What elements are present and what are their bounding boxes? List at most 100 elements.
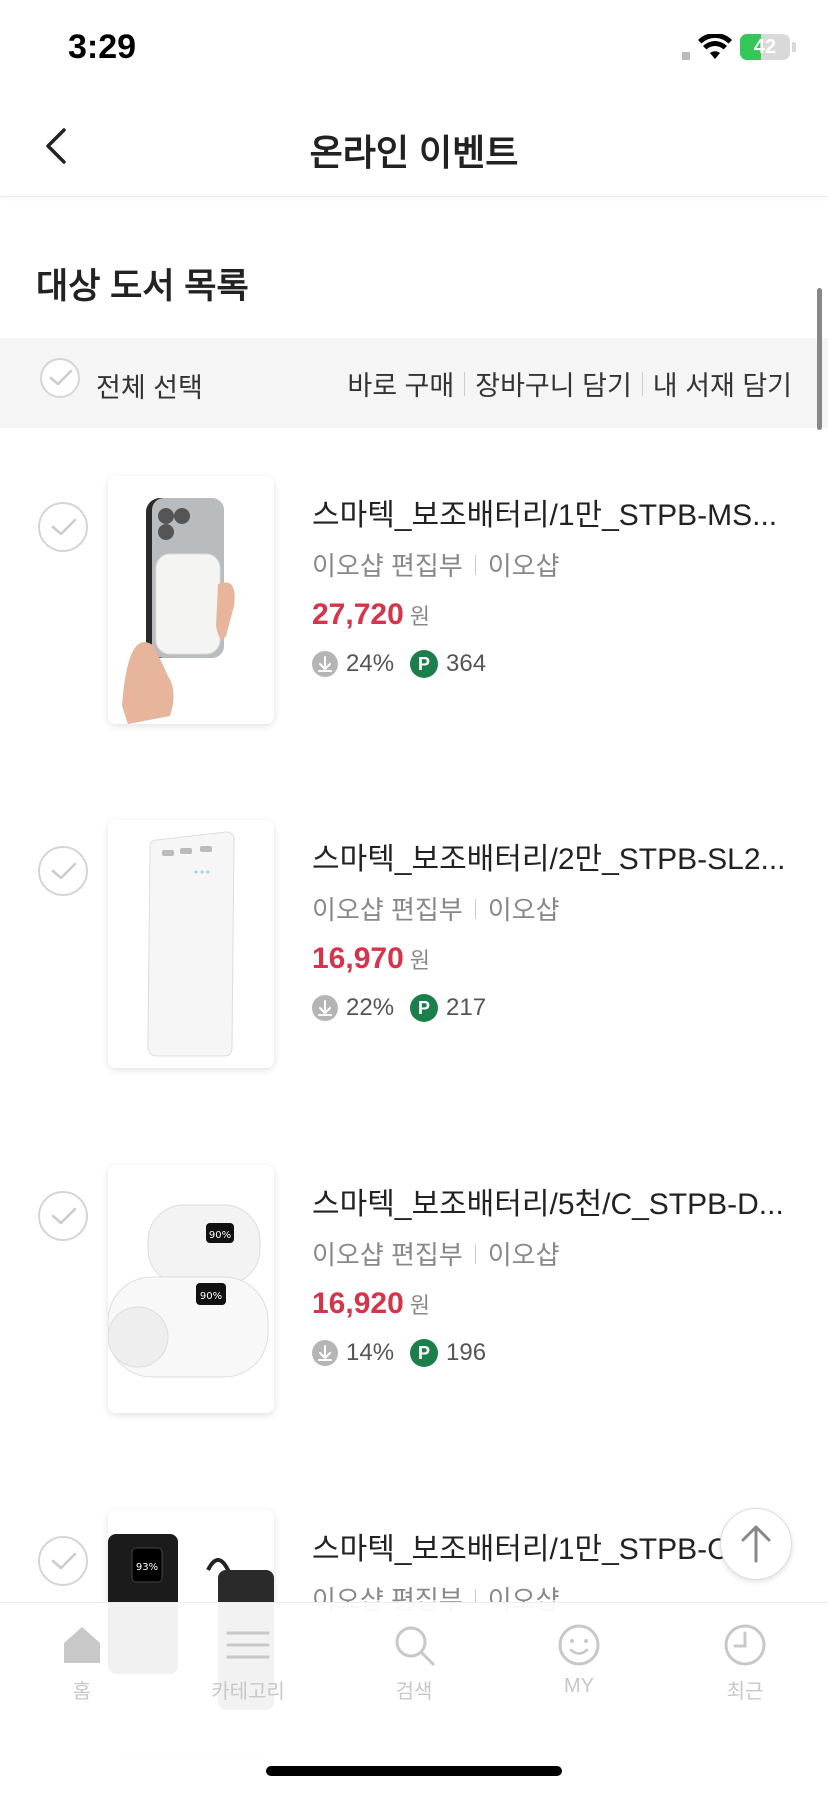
price-value: 16,920 xyxy=(312,1287,404,1320)
currency-unit: 원 xyxy=(409,948,431,973)
tab-recent[interactable]: 최근 xyxy=(685,1623,805,1704)
display-text: 90% xyxy=(200,1291,222,1302)
tab-label: MY xyxy=(564,1675,594,1697)
mini-power-bank-image: 90% 90% xyxy=(108,1165,274,1413)
item-checkbox[interactable] xyxy=(38,1191,88,1241)
tab-home[interactable]: 홈 xyxy=(22,1623,142,1704)
product-price: 16,970 원 xyxy=(312,942,430,976)
tab-search[interactable]: 검색 xyxy=(354,1623,474,1704)
tab-label: 최근 xyxy=(726,1681,764,1703)
product-meta: 이오샵 편집부 이오샵 xyxy=(312,890,560,927)
points-icon: P xyxy=(410,1339,439,1367)
home-indicator xyxy=(266,1766,562,1776)
divider xyxy=(474,554,476,575)
product-publisher: 이오샵 xyxy=(487,551,560,581)
points-value: 217 xyxy=(446,994,487,1021)
buy-now-button[interactable]: 바로 구매 xyxy=(347,364,454,403)
add-to-library-button[interactable]: 내 서재 담기 xyxy=(653,364,792,403)
selection-actions: 바로 구매 장바구니 담기 내 서재 담기 xyxy=(347,364,792,403)
tab-label: 홈 xyxy=(72,1681,92,1703)
check-icon xyxy=(49,369,73,386)
nav-header: 온라인 이벤트 xyxy=(0,96,828,197)
currency-unit: 원 xyxy=(409,604,431,629)
points-icon: P xyxy=(410,994,439,1022)
list-item[interactable]: 90% 90% 스마텍_보조배터리/5천/C_STPB-D... 이오샵 편집부… xyxy=(0,1165,828,1465)
product-publisher: 이오샵 xyxy=(487,1240,560,1270)
product-thumbnail[interactable]: 90% 90% xyxy=(108,1165,274,1413)
arrow-up-icon xyxy=(741,1525,771,1563)
bottom-tab-bar: 홈 카테고리 검색 MY 최근 xyxy=(0,1602,828,1793)
check-icon xyxy=(51,1207,77,1225)
product-author: 이오샵 편집부 xyxy=(312,895,463,925)
battery-level: 42 xyxy=(753,36,777,58)
discount-rate: 24% xyxy=(346,650,395,677)
tab-category[interactable]: 카테고리 xyxy=(188,1623,308,1704)
home-icon xyxy=(64,1627,100,1663)
product-meta: 이오샵 편집부 이오샵 xyxy=(312,546,560,583)
list-item[interactable]: 스마텍_보조배터리/2만_STPB-SL2... 이오샵 편집부 이오샵 16,… xyxy=(0,820,828,1120)
product-meta: 이오샵 편집부 이오샵 xyxy=(312,1235,560,1272)
product-author: 이오샵 편집부 xyxy=(312,551,463,581)
currency-unit: 원 xyxy=(409,1293,431,1318)
divider xyxy=(474,898,476,919)
scroll-to-top-button[interactable] xyxy=(720,1508,792,1580)
divider xyxy=(474,1243,476,1264)
product-title[interactable]: 스마텍_보조배터리/1만_STPB-MS... xyxy=(312,490,792,534)
product-title[interactable]: 스마텍_보조배터리/2만_STPB-SL2... xyxy=(312,834,792,878)
product-thumbnail[interactable] xyxy=(108,820,274,1068)
display-text: 90% xyxy=(209,1230,231,1241)
points-value: 364 xyxy=(446,650,487,677)
discount-down-icon xyxy=(312,651,338,677)
item-checkbox[interactable] xyxy=(38,502,88,552)
signal-dot xyxy=(682,52,690,60)
product-benefits: 22% P 217 xyxy=(312,994,486,1022)
item-checkbox[interactable] xyxy=(38,1536,88,1586)
status-time: 3:29 xyxy=(68,28,137,66)
wifi-icon xyxy=(698,34,732,59)
battery-icon: 42 xyxy=(740,34,790,60)
select-all-checkbox[interactable] xyxy=(40,358,80,398)
check-icon xyxy=(51,862,77,880)
smiley-icon xyxy=(558,1624,600,1666)
product-benefits: 24% P 364 xyxy=(312,650,486,678)
divider xyxy=(641,371,643,396)
item-checkbox[interactable] xyxy=(38,846,88,896)
discount-down-icon xyxy=(312,1340,338,1366)
discount-down-icon xyxy=(312,995,338,1021)
product-author: 이오샵 편집부 xyxy=(312,1240,463,1270)
points-value: 196 xyxy=(446,1339,487,1366)
display-text: 93% xyxy=(136,1562,158,1573)
product-thumbnail[interactable] xyxy=(108,476,274,724)
check-icon xyxy=(51,1552,77,1570)
product-publisher: 이오샵 xyxy=(487,895,560,925)
product-price: 27,720 원 xyxy=(312,598,430,632)
product-title[interactable]: 스마텍_보조배터리/5천/C_STPB-D... xyxy=(312,1179,792,1223)
check-icon xyxy=(51,518,77,536)
selection-bar: 전체 선택 바로 구매 장바구니 담기 내 서재 담기 xyxy=(0,338,828,428)
section-title: 대상 도서 목록 xyxy=(36,267,249,306)
discount-rate: 22% xyxy=(346,994,395,1021)
product-benefits: 14% P 196 xyxy=(312,1339,486,1367)
select-all-label[interactable]: 전체 선택 xyxy=(96,366,203,405)
tab-label: 검색 xyxy=(395,1681,433,1703)
product-price: 16,920 원 xyxy=(312,1287,430,1321)
tab-label: 카테고리 xyxy=(211,1681,285,1703)
menu-icon xyxy=(226,1631,270,1659)
search-icon xyxy=(395,1626,435,1666)
power-bank-phone-image xyxy=(108,476,274,724)
product-title[interactable]: 스마텍_보조배터리/1만_STPB-CI xyxy=(312,1524,732,1568)
list-item[interactable]: 스마텍_보조배터리/1만_STPB-MS... 이오샵 편집부 이오샵 27,7… xyxy=(0,476,828,776)
price-value: 16,970 xyxy=(312,942,404,975)
discount-rate: 14% xyxy=(346,1339,395,1366)
tab-my[interactable]: MY xyxy=(519,1623,639,1698)
slim-power-bank-image xyxy=(108,820,274,1068)
divider xyxy=(464,371,466,396)
add-to-cart-button[interactable]: 장바구니 담기 xyxy=(475,364,632,403)
page-title: 온라인 이벤트 xyxy=(309,132,519,173)
status-bar: 3:29 42 xyxy=(0,0,828,96)
price-value: 27,720 xyxy=(312,598,404,631)
scroll-indicator[interactable] xyxy=(817,288,822,430)
clock-icon xyxy=(724,1624,766,1666)
battery-tip xyxy=(792,42,796,52)
points-icon: P xyxy=(410,650,439,678)
